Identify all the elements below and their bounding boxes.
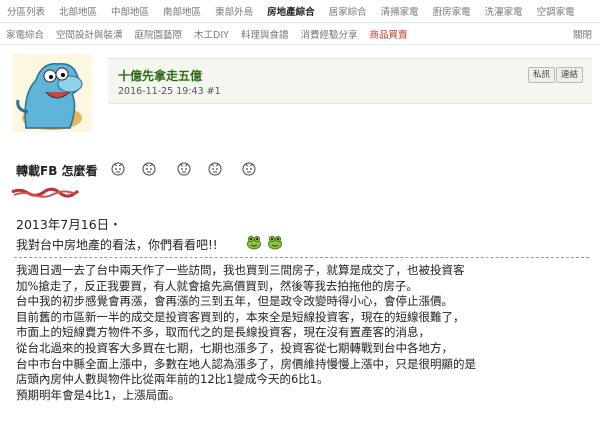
post-date: 2013年7月16日・ (16, 217, 122, 232)
nav-item-1[interactable]: 北部地區 (52, 4, 104, 18)
nav-item-4[interactable]: 東部外島 (208, 4, 260, 18)
subnav-item-5[interactable]: 消費經驗分享 (294, 27, 363, 41)
sweat-smiley-icon (242, 162, 256, 176)
subnav-item-2[interactable]: 庭院園藝際 (129, 27, 189, 41)
avatar[interactable] (12, 54, 92, 132)
sweat-smiley-icon (142, 162, 156, 176)
subnav-item-4[interactable]: 料理與食譜 (235, 27, 295, 41)
green-frog-icon (268, 235, 282, 250)
nav-item-3[interactable]: 南部地區 (156, 4, 208, 18)
post-timestamp: 2016-11-25 19:43 (118, 86, 204, 97)
nav-item-9[interactable]: 洗濯家電 (478, 4, 530, 18)
post-floor: #1 (206, 86, 221, 97)
sweat-smiley-icon (208, 162, 222, 176)
body-line: 從台北過來的投資客大多買在七期，七期也漲多了，投資客從七期轉戰到台中各地方， (16, 340, 453, 355)
link-button[interactable]: 連結 (556, 67, 584, 83)
private-message-button[interactable]: 私訊 (528, 67, 556, 83)
sweat-smiley-icon (111, 162, 125, 176)
subnav-item-3[interactable]: 木工DIY (188, 27, 235, 41)
subnav-item-1[interactable]: 空間設計與裝潢 (50, 27, 129, 41)
nav-item-8[interactable]: 廚房家電 (426, 4, 478, 18)
nav-item-7[interactable]: 清掃家電 (374, 4, 426, 18)
post-body: 我週日週一去了台中兩天作了一些訪問，我也買到三間房子，就算是成交了，也被投資客加… (16, 263, 590, 403)
post-question: 我對台中房地產的看法，你們看看吧!! (16, 238, 218, 252)
body-line: 台中我的初步感覺會再漲，會再漲的三到五年，但是政令改變時得小心，會停止漲價。 (16, 294, 453, 309)
body-line: 我週日週一去了台中兩天作了一些訪問，我也買到三間房子，就算是成交了，也被投資客 (16, 263, 465, 277)
body-line: 預期明年會是4比1，上漲局面。 (16, 387, 181, 402)
green-frog-icon (247, 235, 261, 250)
divider (14, 257, 589, 258)
body-line: 目前舊的市區新一半的成交是投資客買到的，本來全是短線投資客，現在的短線很難了， (16, 309, 465, 324)
nav-item-10[interactable]: 空調家電 (530, 4, 582, 18)
post-header: 十億先拿走五億 2016-11-25 19:43 #1 私訊 連結 (108, 58, 592, 104)
body-line: 市面上的短線賣方物件不多，取而代之的是長線投資客，現在沒有置產客的消息， (16, 325, 430, 340)
nav-item-2[interactable]: 中部地區 (104, 4, 156, 18)
redacted-name (11, 187, 80, 198)
sweat-smiley-icon (177, 162, 191, 176)
subnav-item-6[interactable]: 商品買賣 (364, 27, 414, 41)
close-link[interactable]: 關閉 (567, 27, 600, 41)
body-line: 加%搶走了，反正我要買，有人就會搶先高價買到，然後等我去拍拖他的房子。 (16, 278, 418, 293)
post-meta: 2016-11-25 19:43 #1 (118, 86, 221, 97)
body-line: 店頭內房仲人數與物件比從兩年前的12比1變成今天的6比1。 (16, 372, 329, 387)
nav-item-5[interactable]: 房地產綜合 (260, 4, 322, 18)
thread-title: 轉載FB 怎麼看 (16, 164, 98, 178)
secondary-nav: 家電綜合 空間設計與裝潢 庭院園藝際 木工DIY 料理與食譜 消費經驗分享 商品買賣 關閉 (0, 23, 600, 45)
primary-nav: 分區列表 北部地區 中部地區 南部地區 東部外島 房地產綜合 居家綜合 清掃家電 廚房家電 洗濯家… (0, 0, 600, 23)
body-line: 台中市台中縣全面上漲中，多數在地人認為漲多了，房價維持慢慢上漲中，只是很明顯的是 (16, 356, 476, 371)
nav-item-0[interactable]: 分區列表 (0, 4, 52, 18)
subnav-item-0[interactable]: 家電綜合 (0, 27, 50, 41)
nav-item-6[interactable]: 居家綜合 (322, 4, 374, 18)
author-name[interactable]: 十億先拿走五億 (118, 67, 202, 84)
